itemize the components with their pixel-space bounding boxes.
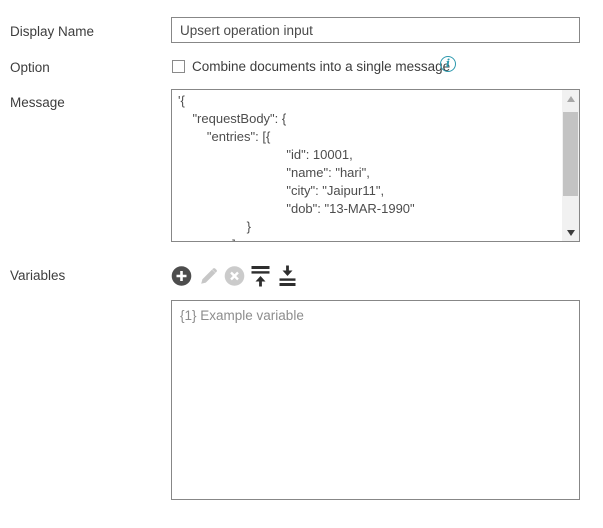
message-textarea[interactable]: '{ "requestBody": { "entries": [{ "id": … — [171, 89, 580, 242]
scroll-down-arrow-icon — [566, 229, 575, 236]
add-variable-button[interactable] — [171, 265, 192, 287]
message-scrollbar[interactable] — [562, 90, 579, 241]
move-to-bottom-button[interactable] — [277, 265, 298, 287]
move-to-top-button[interactable] — [250, 265, 271, 287]
add-variable-icon — [171, 266, 192, 286]
variables-list[interactable]: {1} Example variable — [171, 300, 580, 500]
combine-documents-checkbox[interactable] — [172, 60, 185, 73]
move-to-top-icon — [251, 266, 270, 287]
edit-variable-icon — [201, 268, 217, 284]
properties-form: Display Name Option Combine documents in… — [0, 0, 603, 528]
delete-variable-button[interactable] — [224, 265, 245, 287]
message-label: Message — [10, 95, 65, 110]
info-icon[interactable]: i — [440, 56, 456, 72]
scrollbar-down-button[interactable] — [562, 224, 579, 241]
delete-variable-icon — [224, 266, 245, 286]
list-item[interactable]: {1} Example variable — [172, 301, 579, 330]
scrollbar-thumb[interactable] — [563, 112, 578, 196]
display-name-input[interactable] — [171, 17, 580, 43]
option-label: Option — [10, 60, 50, 75]
combine-documents-checkbox-label: Combine documents into a single message — [192, 59, 451, 74]
scroll-up-arrow-icon — [566, 95, 575, 102]
variables-label: Variables — [10, 268, 66, 283]
move-to-bottom-icon — [279, 265, 296, 286]
display-name-label: Display Name — [10, 24, 95, 39]
message-content: '{ "requestBody": { "entries": [{ "id": … — [178, 93, 415, 241]
edit-variable-button[interactable] — [198, 265, 219, 287]
scrollbar-up-button[interactable] — [562, 90, 579, 107]
